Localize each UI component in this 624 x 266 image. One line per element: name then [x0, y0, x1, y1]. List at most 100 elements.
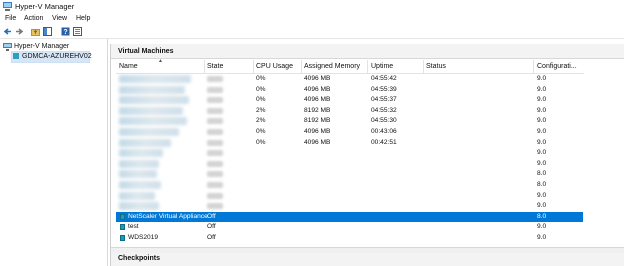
cell-assigned-memory: 8192 MB [304, 106, 331, 114]
toolbar [0, 25, 624, 39]
redacted-vm-name [119, 181, 161, 189]
cell-configuration-version: 8.0 [537, 170, 547, 178]
navigation-tree [0, 39, 108, 266]
redacted-vm-state [207, 203, 223, 210]
column-header-cpu-usage[interactable]: CPU Usage [256, 63, 293, 70]
vm-row[interactable]: 0% 4096 MB 00:43:06 9.0 [116, 127, 583, 137]
column-divider[interactable] [204, 60, 205, 73]
cell-uptime: 00:42:51 [371, 138, 397, 146]
vm-row[interactable]: 2% 8192 MB 04:55:32 9.0 [116, 106, 583, 116]
redacted-vm-name [119, 106, 183, 115]
redacted-vm-name [119, 75, 191, 83]
cell-cpu-usage: 2% [256, 117, 266, 125]
hyperv-app-icon [3, 2, 12, 11]
cell-state: Off [207, 234, 216, 241]
column-divider[interactable] [423, 60, 424, 73]
sort-ascending-icon: ▲ [158, 58, 163, 64]
vm-row[interactable]: NetScaler Virtual Appliance Off 8.0 [116, 211, 583, 222]
tree-root-label[interactable]: Hyper-V Manager [14, 43, 69, 50]
redacted-vm-name [119, 191, 155, 200]
cell-vm-name: WDS2019 [128, 234, 159, 241]
vm-row[interactable]: 9.0 [116, 201, 583, 211]
vm-list-blank-area [584, 59, 624, 247]
cell-configuration-version: 8.0 [537, 212, 547, 220]
forward-icon[interactable] [15, 27, 24, 36]
menu-view[interactable]: View [52, 15, 67, 22]
cell-cpu-usage: 0% [256, 96, 266, 104]
cell-assigned-memory: 4096 MB [304, 96, 331, 104]
cell-assigned-memory: 4096 MB [304, 75, 331, 82]
redacted-vm-name [119, 85, 185, 94]
cell-uptime: 04:55:30 [371, 117, 397, 125]
column-header-configuration[interactable]: Configurati... [537, 63, 577, 70]
redacted-vm-name [119, 138, 171, 147]
redacted-vm-state [207, 86, 223, 93]
cell-assigned-memory: 4096 MB [304, 138, 331, 146]
cell-uptime: 04:55:32 [371, 106, 397, 114]
cell-state: Off [207, 223, 216, 231]
cell-uptime: 04:55:39 [371, 85, 397, 93]
vm-row[interactable]: 9.0 [116, 159, 583, 169]
redacted-vm-state [207, 97, 223, 104]
cell-assigned-memory: 8192 MB [304, 117, 331, 125]
cell-configuration-version: 9.0 [537, 138, 547, 146]
server-icon [13, 53, 19, 59]
help-icon[interactable]: ? [61, 27, 70, 36]
cell-cpu-usage: 0% [256, 85, 266, 93]
cell-configuration-version: 9.0 [537, 128, 547, 135]
cell-configuration-version: 9.0 [537, 159, 547, 167]
virtual-machine-icon [120, 213, 125, 220]
cell-assigned-memory: 4096 MB [304, 128, 331, 135]
column-divider[interactable] [533, 60, 534, 73]
column-header-state[interactable]: State [207, 63, 223, 70]
redacted-vm-state [207, 107, 223, 114]
up-folder-icon[interactable] [31, 27, 40, 36]
column-header-name[interactable]: Name [119, 63, 138, 70]
redacted-vm-state [207, 139, 223, 146]
vm-row[interactable]: WDS2019 Off 9.0 [116, 233, 583, 243]
column-divider[interactable] [301, 60, 302, 73]
cell-cpu-usage: 0% [256, 75, 266, 82]
properties-icon[interactable] [73, 27, 82, 36]
menu-action[interactable]: Action [24, 15, 43, 22]
window-title: Hyper-V Manager [15, 2, 75, 11]
cell-configuration-version: 9.0 [537, 117, 547, 125]
column-divider[interactable] [367, 60, 368, 73]
show-hide-tree-icon[interactable] [43, 27, 52, 36]
column-divider[interactable] [253, 60, 254, 73]
back-icon[interactable] [3, 27, 12, 36]
vm-row[interactable]: 0% 4096 MB 04:55:37 9.0 [116, 95, 583, 105]
redacted-vm-state [207, 76, 223, 82]
vm-row[interactable]: test Off 9.0 [116, 222, 583, 232]
menu-help[interactable]: Help [76, 15, 90, 22]
vm-row[interactable]: 0% 4096 MB 04:55:39 9.0 [116, 85, 583, 95]
virtual-machine-icon [120, 224, 125, 231]
cell-configuration-version: 9.0 [537, 223, 547, 231]
redacted-vm-name [119, 117, 187, 126]
vm-row[interactable]: 9.0 [116, 191, 583, 201]
cell-cpu-usage: 0% [256, 138, 266, 146]
redacted-vm-name [119, 128, 179, 136]
vm-row[interactable]: 9.0 [116, 148, 583, 158]
vm-row[interactable]: 0% 4096 MB 04:55:42 9.0 [116, 74, 583, 84]
virtual-machine-icon [120, 235, 125, 241]
redacted-vm-state [207, 160, 223, 167]
menu-file[interactable]: File [5, 15, 16, 22]
cell-uptime: 00:43:06 [371, 128, 397, 135]
vm-row[interactable]: 0% 4096 MB 00:42:51 9.0 [116, 138, 583, 148]
vm-row[interactable]: 8.0 [116, 180, 583, 190]
redacted-vm-state [207, 150, 223, 157]
redacted-vm-name [119, 159, 159, 168]
vm-row[interactable]: 2% 8192 MB 04:55:30 9.0 [116, 116, 583, 126]
vm-row[interactable]: 8.0 [116, 169, 583, 179]
cell-configuration-version: 9.0 [537, 234, 547, 241]
cell-configuration-version: 9.0 [537, 106, 547, 114]
column-header-assigned-memory[interactable]: Assigned Memory [304, 63, 360, 70]
redacted-vm-name [119, 202, 159, 211]
column-header-uptime[interactable]: Uptime [371, 63, 393, 70]
cell-uptime: 04:55:37 [371, 96, 397, 104]
cell-uptime: 04:55:42 [371, 75, 397, 82]
column-header-status[interactable]: Status [426, 63, 446, 70]
svg-text:?: ? [63, 29, 67, 36]
cell-configuration-version: 9.0 [537, 85, 547, 93]
